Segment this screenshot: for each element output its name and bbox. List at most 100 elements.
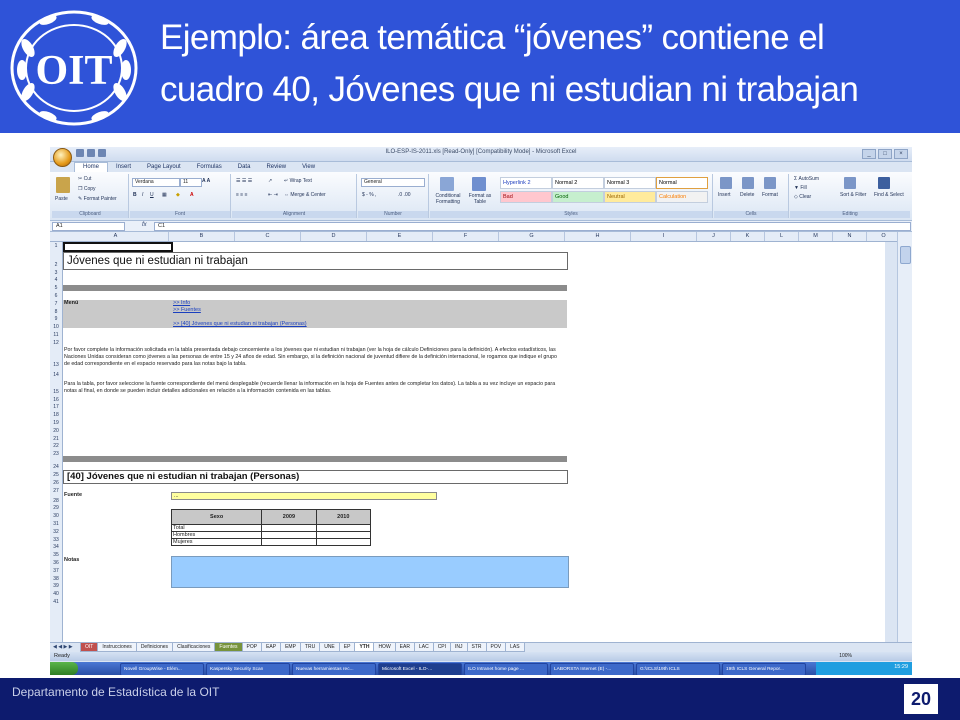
column-header-d[interactable]: D xyxy=(301,232,367,241)
orientation-icon[interactable]: ↗ xyxy=(268,178,272,184)
row-header[interactable]: 25 xyxy=(50,472,62,479)
column-header-l[interactable]: L xyxy=(765,232,799,241)
merge-center-button[interactable]: ⇔ Merge & Center xyxy=(284,192,326,198)
format-cells-button[interactable]: Format xyxy=(762,192,778,198)
data-cell[interactable] xyxy=(261,538,317,546)
sheet-tab-clasificaciones[interactable]: Clasificaciones xyxy=(172,643,216,652)
autosum-button[interactable]: Σ AutoSum xyxy=(794,176,819,182)
row-header[interactable]: 10 xyxy=(50,324,62,331)
minimize-button[interactable]: _ xyxy=(862,149,876,159)
column-header-a[interactable]: A xyxy=(63,232,169,241)
borders-icon[interactable]: ▦ xyxy=(162,192,167,198)
row-header[interactable]: 27 xyxy=(50,488,62,495)
cell-style-normal-3[interactable]: Normal 3 xyxy=(604,177,656,189)
row-header[interactable]: 6 xyxy=(50,293,62,300)
row-header[interactable]: 7 xyxy=(50,301,62,308)
row-header[interactable]: 20 xyxy=(50,428,62,435)
row-header[interactable]: 19 xyxy=(50,420,62,427)
menu-link-table-40[interactable]: >> [40] Jóvenes que ni estudian ni traba… xyxy=(173,321,307,327)
cell-style-normal[interactable]: Normal xyxy=(656,177,708,189)
row-header[interactable]: 23 xyxy=(50,451,62,458)
fill-button[interactable]: ▼ Fill xyxy=(794,185,807,191)
format-painter-button[interactable]: ✎ Format Painter xyxy=(78,196,117,202)
fill-color-icon[interactable]: ◆ xyxy=(176,192,180,198)
row-header[interactable]: 21 xyxy=(50,436,62,443)
worksheet[interactable]: Jóvenes que ni estudian ni trabajan Menú… xyxy=(63,242,885,642)
cut-button[interactable]: ✂ Cut xyxy=(78,176,91,182)
data-cell[interactable] xyxy=(315,538,372,546)
tab-data[interactable]: Data xyxy=(230,162,259,172)
sheet-tab-ep[interactable]: EP xyxy=(338,643,356,652)
sheet-tab-yth[interactable]: YTH xyxy=(354,643,375,652)
row-header[interactable]: 2 xyxy=(50,262,62,269)
font-color-icon[interactable]: A xyxy=(190,192,194,198)
taskbar-item[interactable]: Kaspersky Security Scan xyxy=(206,663,290,675)
column-header-n[interactable]: N xyxy=(833,232,867,241)
sheet-tab-fuentes[interactable]: Fuentes xyxy=(214,643,243,652)
maximize-button[interactable]: □ xyxy=(878,149,892,159)
column-header-b[interactable]: B xyxy=(169,232,235,241)
row-header[interactable]: 17 xyxy=(50,404,62,411)
data-cell[interactable] xyxy=(261,531,317,539)
cell-style-neutral[interactable]: Neutral xyxy=(604,191,656,203)
row-header[interactable]: 24 xyxy=(50,464,62,471)
column-header-o[interactable]: O xyxy=(867,232,901,241)
indent-icon[interactable]: ⇤ ⇥ xyxy=(268,192,278,198)
row-header[interactable]: 11 xyxy=(50,332,62,339)
font-name-select[interactable]: Verdana xyxy=(132,178,180,187)
cell-style-normal-2[interactable]: Normal 2 xyxy=(552,177,604,189)
sheet-tab-how[interactable]: HOW xyxy=(373,643,396,652)
sheet-tab-tru[interactable]: TRU xyxy=(299,643,321,652)
row-header[interactable]: 12 xyxy=(50,340,62,347)
row-header[interactable]: 22 xyxy=(50,443,62,450)
tab-insert[interactable]: Insert xyxy=(108,162,139,172)
bold-button[interactable]: B xyxy=(133,192,137,198)
clear-button[interactable]: ◇ Clear xyxy=(794,194,811,200)
taskbar-item[interactable]: LABORSTA Internet (E) -... xyxy=(550,663,634,675)
sheet-tab-inj[interactable]: INJ xyxy=(450,643,468,652)
row-header[interactable]: 14 xyxy=(50,372,62,379)
tab-page-layout[interactable]: Page Layout xyxy=(139,162,189,172)
column-header-c[interactable]: C xyxy=(235,232,301,241)
row-header[interactable]: 39 xyxy=(50,583,62,590)
data-cell[interactable] xyxy=(315,531,372,539)
number-format-select[interactable]: General xyxy=(361,178,425,187)
row-header[interactable]: 9 xyxy=(50,316,62,323)
conditional-formatting-icon[interactable] xyxy=(440,177,454,191)
vertical-scrollbar[interactable] xyxy=(897,232,912,642)
delete-cells-button[interactable]: Delete xyxy=(740,192,754,198)
grow-font-icon[interactable]: A A xyxy=(202,178,210,184)
row-header[interactable]: 3 xyxy=(50,270,62,277)
font-size-select[interactable]: 11 xyxy=(180,178,202,187)
row-header[interactable]: 30 xyxy=(50,513,62,520)
taskbar-item[interactable]: 19th ICLS General Repor... xyxy=(722,663,806,675)
column-header-e[interactable]: E xyxy=(367,232,433,241)
row-header[interactable]: 35 xyxy=(50,552,62,559)
format-as-table-button[interactable]: Format as Table xyxy=(466,193,494,205)
row-header[interactable]: 1 xyxy=(50,243,62,250)
row-header[interactable]: 40 xyxy=(50,591,62,598)
column-header-j[interactable]: J xyxy=(697,232,731,241)
formula-input[interactable]: C1 xyxy=(154,222,911,231)
taskbar-item[interactable]: G:\ICLS\19th ICLS xyxy=(636,663,720,675)
wrap-text-button[interactable]: ↵ Wrap Text xyxy=(284,178,312,184)
row-header[interactable]: 32 xyxy=(50,529,62,536)
decimal-icon[interactable]: .0 .00 xyxy=(398,192,411,198)
sheet-tab-cpi[interactable]: CPI xyxy=(432,643,452,652)
align-left-icon[interactable]: ≡ ≡ ≡ xyxy=(236,192,248,198)
sheet-tab-str[interactable]: STR xyxy=(466,643,487,652)
sheet-tab-definiciones[interactable]: Definiciones xyxy=(135,643,174,652)
tab-view[interactable]: View xyxy=(294,162,323,172)
column-header-i[interactable]: I xyxy=(631,232,697,241)
row-header[interactable]: 38 xyxy=(50,576,62,583)
align-top-icon[interactable]: ☰ ☰ ☰ xyxy=(236,178,252,184)
italic-button[interactable]: I xyxy=(142,192,143,198)
column-header-m[interactable]: M xyxy=(799,232,833,241)
row-header[interactable]: 5 xyxy=(50,285,62,292)
tab-home[interactable]: Home xyxy=(74,162,109,172)
row-header[interactable]: 18 xyxy=(50,412,62,419)
taskbar-item[interactable]: Nuevas herramientas rec... xyxy=(292,663,376,675)
menu-link-fuentes[interactable]: >> Fuentes xyxy=(173,307,201,313)
sheet-tab-oit[interactable]: OIT xyxy=(80,643,99,652)
tab-review[interactable]: Review xyxy=(258,162,294,172)
